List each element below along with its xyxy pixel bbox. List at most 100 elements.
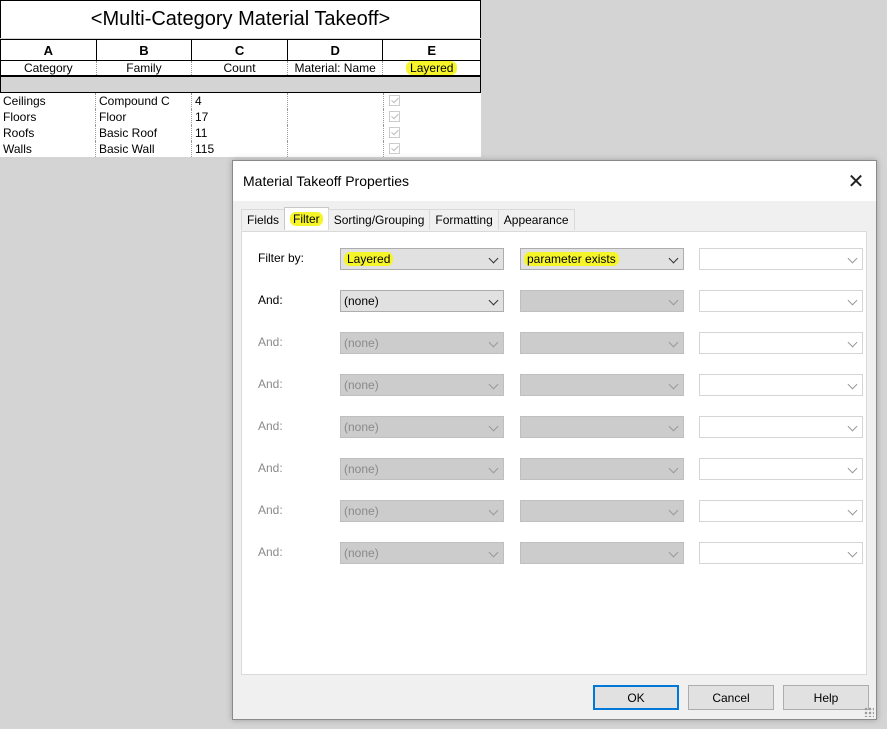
filter-operator-dropdown[interactable]: parameter exists <box>520 248 684 270</box>
cell-layered[interactable] <box>384 141 481 157</box>
tab-appearance[interactable]: Appearance <box>497 209 575 230</box>
chevron-down-icon <box>847 337 858 348</box>
chevron-down-icon <box>488 379 499 390</box>
cell-layered[interactable] <box>384 109 481 125</box>
table-row[interactable]: Walls Basic Wall 115 <box>0 141 481 157</box>
cancel-button[interactable]: Cancel <box>688 685 774 710</box>
checkbox-icon[interactable] <box>389 95 400 106</box>
filter-value-dropdown <box>699 542 863 564</box>
column-header[interactable]: Count <box>192 61 288 75</box>
filter-field-dropdown[interactable]: (none) <box>340 290 504 312</box>
filter-field-dropdown: (none) <box>340 416 504 438</box>
filter-operator-dropdown <box>520 290 684 312</box>
tab-sorting-grouping[interactable]: Sorting/Grouping <box>327 209 431 230</box>
filter-operator-dropdown <box>520 374 684 396</box>
cell-family[interactable]: Floor <box>96 109 192 125</box>
cell-material[interactable] <box>288 125 384 141</box>
chevron-down-icon <box>668 547 679 558</box>
cell-material[interactable] <box>288 93 384 109</box>
field-value: (none) <box>344 378 379 392</box>
cell-material[interactable] <box>288 141 384 157</box>
column-letter[interactable]: C <box>192 40 288 60</box>
filter-field-dropdown[interactable]: Layered <box>340 248 504 270</box>
chevron-down-icon <box>668 463 679 474</box>
chevron-down-icon <box>488 547 499 558</box>
checkbox-icon[interactable] <box>389 143 400 154</box>
chevron-down-icon <box>847 379 858 390</box>
schedule-title: <Multi-Category Material Takeoff> <box>0 0 481 38</box>
filter-row: Filter by: Layered parameter exists <box>242 248 868 270</box>
ok-button[interactable]: OK <box>593 685 679 710</box>
chevron-down-icon <box>488 253 499 264</box>
filter-value-dropdown[interactable] <box>699 248 863 270</box>
cell-category[interactable]: Ceilings <box>0 93 96 109</box>
filter-value-dropdown <box>699 290 863 312</box>
help-button[interactable]: Help <box>783 685 869 710</box>
filter-row: And: (none) <box>242 374 868 396</box>
highlighted-header: Layered <box>406 61 458 75</box>
chevron-down-icon <box>488 421 499 432</box>
field-value: (none) <box>344 504 379 518</box>
checkbox-icon[interactable] <box>389 127 400 138</box>
filter-value-dropdown <box>699 374 863 396</box>
column-header-layered[interactable]: Layered <box>383 61 480 75</box>
filter-row: And: (none) <box>242 416 868 438</box>
close-icon[interactable]: ✕ <box>836 161 876 201</box>
resize-grip-icon[interactable] <box>864 707 874 717</box>
cell-count[interactable]: 17 <box>192 109 288 125</box>
cell-category[interactable]: Roofs <box>0 125 96 141</box>
column-header-row: Category Family Count Material: Name Lay… <box>0 61 481 77</box>
cell-family[interactable]: Basic Wall <box>96 141 192 157</box>
filter-field-dropdown: (none) <box>340 458 504 480</box>
table-row[interactable]: Floors Floor 17 <box>0 109 481 125</box>
column-letter[interactable]: A <box>1 40 97 60</box>
cell-category[interactable]: Walls <box>0 141 96 157</box>
filter-field-dropdown: (none) <box>340 542 504 564</box>
filter-label: And: <box>258 335 283 349</box>
cell-category[interactable]: Floors <box>0 109 96 125</box>
cell-family[interactable]: Basic Roof <box>96 125 192 141</box>
dialog-title: Material Takeoff Properties <box>243 173 410 189</box>
filter-panel: Filter by: Layered parameter exists And:… <box>241 231 867 675</box>
checkbox-icon[interactable] <box>389 111 400 122</box>
cell-count[interactable]: 115 <box>192 141 288 157</box>
filter-value-dropdown <box>699 332 863 354</box>
table-row[interactable]: Ceilings Compound C 4 <box>0 93 481 109</box>
dialog-titlebar[interactable]: Material Takeoff Properties ✕ <box>233 161 876 201</box>
table-row[interactable]: Roofs Basic Roof 11 <box>0 125 481 141</box>
chevron-down-icon <box>668 505 679 516</box>
chevron-down-icon <box>847 253 858 264</box>
cell-layered[interactable] <box>384 93 481 109</box>
column-header[interactable]: Category <box>1 61 97 75</box>
filter-value-dropdown <box>699 500 863 522</box>
tab-filter[interactable]: Filter <box>284 207 329 230</box>
chevron-down-icon <box>847 421 858 432</box>
column-letter[interactable]: B <box>97 40 193 60</box>
tab-formatting[interactable]: Formatting <box>429 209 499 230</box>
cell-layered[interactable] <box>384 125 481 141</box>
chevron-down-icon <box>668 295 679 306</box>
field-value: (none) <box>344 546 379 560</box>
chevron-down-icon <box>668 421 679 432</box>
cell-family[interactable]: Compound C <box>96 93 192 109</box>
cell-material[interactable] <box>288 109 384 125</box>
schedule-body: Ceilings Compound C 4 Floors Floor 17 Ro… <box>0 92 481 157</box>
column-header[interactable]: Material: Name <box>288 61 384 75</box>
filter-label: And: <box>258 545 283 559</box>
header-gap <box>0 77 481 93</box>
chevron-down-icon <box>847 463 858 474</box>
filter-label: Filter by: <box>258 251 305 265</box>
chevron-down-icon <box>668 379 679 390</box>
tab-fields[interactable]: Fields <box>241 209 286 230</box>
filter-field-dropdown: (none) <box>340 500 504 522</box>
filter-field-dropdown: (none) <box>340 374 504 396</box>
column-header[interactable]: Family <box>97 61 193 75</box>
field-value: Layered <box>344 252 394 266</box>
cell-count[interactable]: 4 <box>192 93 288 109</box>
filter-label: And: <box>258 461 283 475</box>
filter-operator-dropdown <box>520 332 684 354</box>
filter-row: And: (none) <box>242 542 868 564</box>
column-letter[interactable]: D <box>288 40 384 60</box>
column-letter[interactable]: E <box>383 40 480 60</box>
cell-count[interactable]: 11 <box>192 125 288 141</box>
